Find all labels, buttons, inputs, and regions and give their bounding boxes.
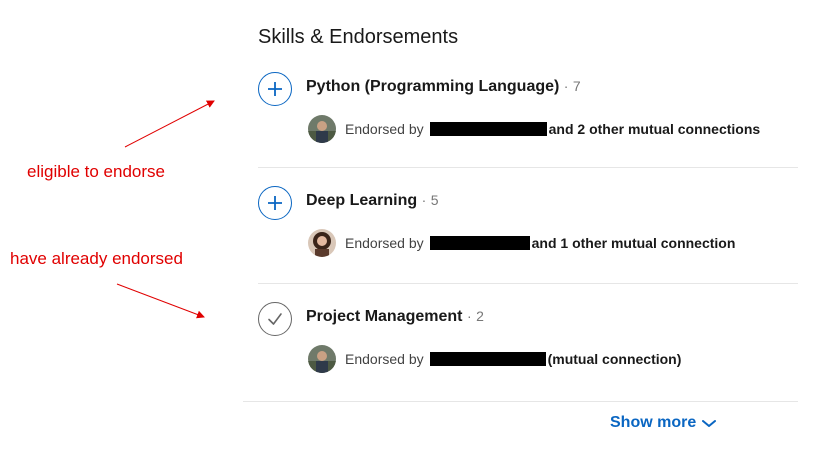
skill-name-text: Deep Learning bbox=[306, 192, 418, 209]
skill-name[interactable]: Project Management · 2 bbox=[306, 308, 484, 326]
separator: · bbox=[466, 308, 472, 324]
divider bbox=[258, 167, 798, 168]
endorsement-count: 2 bbox=[476, 308, 484, 324]
redacted-name bbox=[429, 122, 547, 136]
skill-name-text: Python (Programming Language) bbox=[306, 78, 560, 95]
mutual-connections-text: (mutual connection) bbox=[547, 351, 682, 367]
endorsed-by-label: Endorsed by bbox=[345, 121, 424, 137]
redacted-name bbox=[429, 236, 530, 250]
skill-item-project-management: Project Management · 2 Endorsed by (mutu… bbox=[258, 302, 798, 402]
section-title: Skills & Endorsements bbox=[258, 26, 459, 48]
endorsement-count: 7 bbox=[572, 78, 581, 94]
divider bbox=[243, 401, 798, 402]
separator: · bbox=[421, 192, 427, 208]
endorsement-count: 5 bbox=[430, 192, 439, 208]
plus-icon bbox=[268, 196, 282, 210]
avatar bbox=[308, 229, 336, 257]
skill-item-deep-learning: Deep Learning · 5 Endorsed by and 1 othe… bbox=[258, 186, 798, 286]
check-icon bbox=[268, 313, 282, 325]
skill-name[interactable]: Deep Learning · 5 bbox=[306, 192, 439, 210]
redacted-name bbox=[429, 352, 546, 366]
arrow-already bbox=[116, 283, 205, 319]
endorse-add-button[interactable] bbox=[258, 186, 292, 220]
endorsed-by-label: Endorsed by bbox=[345, 235, 424, 251]
avatar bbox=[308, 115, 336, 143]
endorsement-row[interactable]: Endorsed by and 1 other mutual connectio… bbox=[308, 229, 735, 257]
endorse-add-button[interactable] bbox=[258, 72, 292, 106]
skill-name[interactable]: Python (Programming Language) · 7 bbox=[306, 78, 581, 96]
endorsement-row[interactable]: Endorsed by and 2 other mutual connectio… bbox=[308, 115, 760, 143]
skill-item-python: Python (Programming Language) · 7 Endors… bbox=[258, 72, 798, 172]
endorsed-check-button[interactable] bbox=[258, 302, 292, 336]
divider bbox=[258, 283, 798, 284]
show-more-label: Show more bbox=[610, 414, 697, 431]
chevron-down-icon bbox=[702, 420, 717, 427]
arrow-eligible bbox=[124, 100, 215, 148]
annotation-eligible: eligible to endorse bbox=[27, 162, 165, 181]
separator: · bbox=[563, 78, 569, 94]
mutual-connections-text: and 2 other mutual connections bbox=[548, 121, 761, 137]
plus-icon bbox=[268, 82, 282, 96]
annotation-already-endorsed: have already endorsed bbox=[10, 249, 183, 268]
skill-name-text: Project Management bbox=[306, 308, 463, 325]
endorsed-by-label: Endorsed by bbox=[345, 351, 424, 367]
avatar bbox=[308, 345, 336, 373]
show-more-button[interactable]: Show more bbox=[610, 414, 717, 432]
mutual-connections-text: and 1 other mutual connection bbox=[531, 235, 736, 251]
endorsement-row[interactable]: Endorsed by (mutual connection) bbox=[308, 345, 681, 373]
